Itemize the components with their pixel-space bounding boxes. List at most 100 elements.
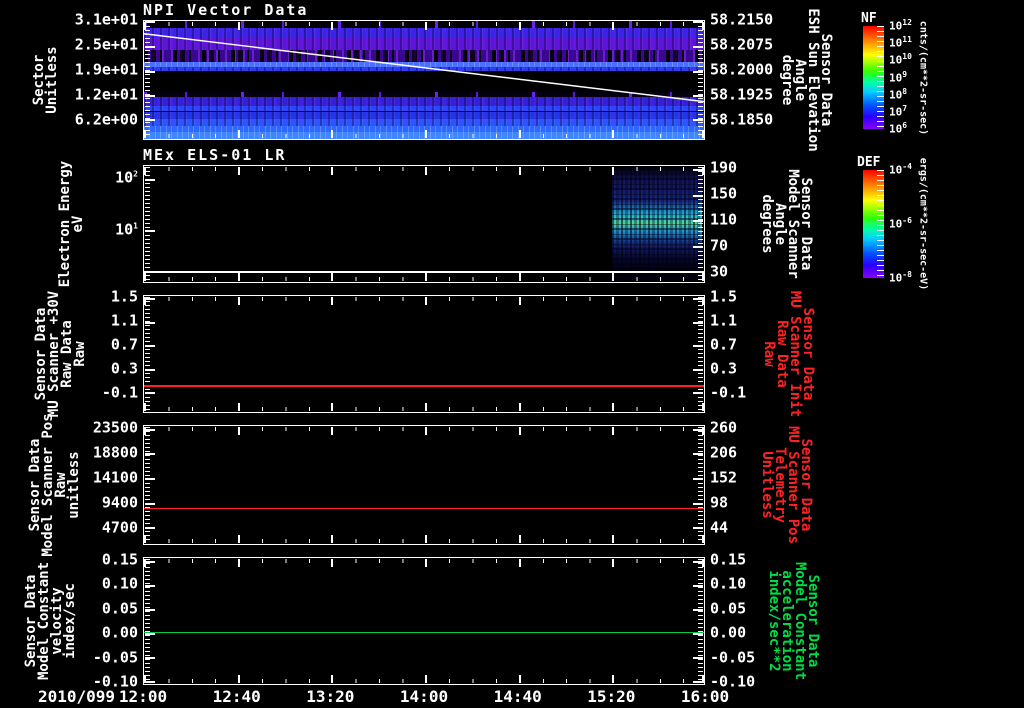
x-axis-time-label: 12:00 — [118, 687, 168, 706]
x-axis-major-tick — [612, 559, 615, 567]
y-axis-major-tick — [693, 560, 703, 563]
x-axis-major-tick — [518, 167, 521, 175]
data-line — [144, 385, 704, 387]
x-axis-major-tick — [237, 427, 240, 435]
y-axis-major-tick — [693, 245, 703, 248]
y2-axis-tick-label: 0.10 — [710, 574, 747, 593]
y2-axis-tick-label: 1.5 — [710, 287, 738, 306]
y2-axis-tick-label: 0.15 — [710, 550, 747, 569]
x-axis-major-tick — [425, 675, 427, 683]
y2-axis-tick-label: 30 — [710, 262, 729, 281]
y-axis-minor-ticks — [698, 559, 703, 683]
y2-axis-tick-label: 58.2150 — [710, 10, 774, 29]
y-axis-tick-label: 9400 — [101, 493, 138, 512]
x-axis-major-tick — [612, 535, 615, 543]
y-axis-tick-label: 1.1 — [110, 311, 138, 330]
colorbar-minor-ticks — [877, 26, 884, 129]
x-axis-major-tick — [237, 535, 240, 543]
x-axis-major-tick — [237, 297, 240, 305]
colorbar-units-label: cnts/(cm**2-sr-sec) — [917, 20, 929, 135]
colorbar-title-def: DEF — [857, 155, 881, 170]
x-axis-major-tick — [425, 403, 427, 411]
y-axis-major-tick — [693, 478, 703, 481]
colorbar-tick-label: 107 — [889, 103, 908, 119]
y-axis-major-tick — [145, 681, 155, 684]
y-axis-major-tick — [145, 478, 155, 481]
x-axis-major-tick — [518, 427, 521, 435]
y-axis-major-tick — [693, 584, 703, 587]
y-axis-title: Electron Energy eV — [57, 160, 86, 288]
data-line — [144, 271, 704, 273]
y2-axis-tick-label: 58.2075 — [710, 35, 774, 54]
x-axis-major-tick — [518, 273, 521, 281]
data-line — [144, 631, 704, 634]
y-axis-major-tick — [145, 657, 155, 660]
y-axis-minor-ticks — [145, 559, 150, 683]
colorbar-tick-label: 106 — [889, 120, 908, 136]
y-axis-major-tick — [693, 681, 703, 684]
x-axis-major-tick — [331, 427, 334, 435]
y2-axis-title: Sensor Data Model Scanner Angle degrees — [759, 169, 814, 279]
y2-axis-tick-label: 70 — [710, 236, 729, 255]
x-axis-major-tick — [612, 403, 615, 411]
colorbar-tick-label: 10-4 — [889, 161, 912, 177]
y-axis-major-tick — [145, 297, 155, 300]
y-axis-major-tick — [693, 657, 703, 660]
y-axis-tick-label: 1.5 — [110, 287, 138, 306]
x-axis-time-label: 14:00 — [399, 687, 449, 706]
x-axis-major-tick — [425, 535, 427, 543]
x-axis-minor-ticks — [145, 167, 703, 171]
y-axis-major-tick — [693, 609, 703, 612]
panel-title: NPI Vector Data — [143, 1, 309, 19]
x-axis-major-tick — [612, 297, 615, 305]
y2-axis-tick-label: 58.1925 — [710, 85, 774, 104]
x-axis-major-tick — [425, 273, 427, 281]
x-axis-major-tick — [518, 535, 521, 543]
y-axis-tick-label: 3.1e+01 — [74, 10, 138, 29]
y2-axis-tick-label: 0.3 — [710, 359, 738, 378]
y-axis-tick-label: 0.05 — [101, 599, 138, 618]
x-axis-time-label: 16:00 — [680, 687, 730, 706]
y-axis-major-tick — [693, 220, 703, 223]
y-axis-major-tick — [145, 229, 155, 232]
y-axis-tick-label: 0.15 — [101, 550, 138, 569]
y-axis-major-tick — [693, 392, 703, 395]
x-axis-major-tick — [144, 535, 146, 543]
x-axis-major-tick — [518, 675, 521, 683]
y-axis-tick-label: 0.10 — [101, 574, 138, 593]
x-axis-minor-ticks — [145, 539, 703, 543]
panel-mex-els-01-lr — [143, 165, 705, 283]
x-axis-major-tick — [331, 675, 334, 683]
y-axis-major-tick — [145, 453, 155, 456]
x-axis-major-tick — [237, 273, 240, 281]
y-axis-tick-label: 1.2e+01 — [74, 85, 138, 104]
x-axis-time-label: 13:20 — [306, 687, 355, 706]
x-axis-major-tick — [331, 167, 334, 175]
y-axis-tick-label: 4700 — [101, 518, 138, 537]
y-axis-title: Sensor Data Model Scanner Pos Raw unitle… — [27, 413, 82, 557]
colorbar-tick-label: 109 — [889, 69, 908, 84]
colorbar-def — [863, 170, 884, 278]
y-axis-major-tick — [145, 368, 155, 371]
y-axis-tick-label: 0.7 — [110, 335, 138, 354]
y-axis-minor-ticks — [145, 427, 150, 543]
y-axis-major-tick — [693, 368, 703, 371]
colorbar-tick-label: 108 — [889, 86, 908, 102]
panel-title: MEx ELS-01 LR — [143, 146, 287, 164]
y-axis-major-tick — [145, 560, 155, 563]
overlay-line-svg — [144, 33, 704, 103]
y-axis-major-tick — [145, 609, 155, 612]
y2-axis-tick-label: 206 — [710, 443, 738, 462]
y-axis-tick-label: 2.5e+01 — [74, 35, 138, 54]
y-axis-tick-label: 14100 — [92, 468, 138, 487]
y-axis-tick-label: 102 — [115, 168, 138, 187]
x-axis-minor-ticks — [145, 277, 703, 281]
y-axis-major-tick — [145, 428, 155, 431]
x-axis-major-tick — [425, 559, 427, 567]
colorbar-tick-label: 1012 — [889, 17, 912, 33]
colorbar-nf — [863, 26, 884, 129]
y2-axis-tick-label: 190 — [710, 158, 738, 177]
y2-axis-tick-label: 110 — [710, 210, 738, 229]
colorbar-tick-label: 1010 — [889, 52, 912, 67]
y-axis-tick-label: -0.05 — [92, 648, 138, 667]
